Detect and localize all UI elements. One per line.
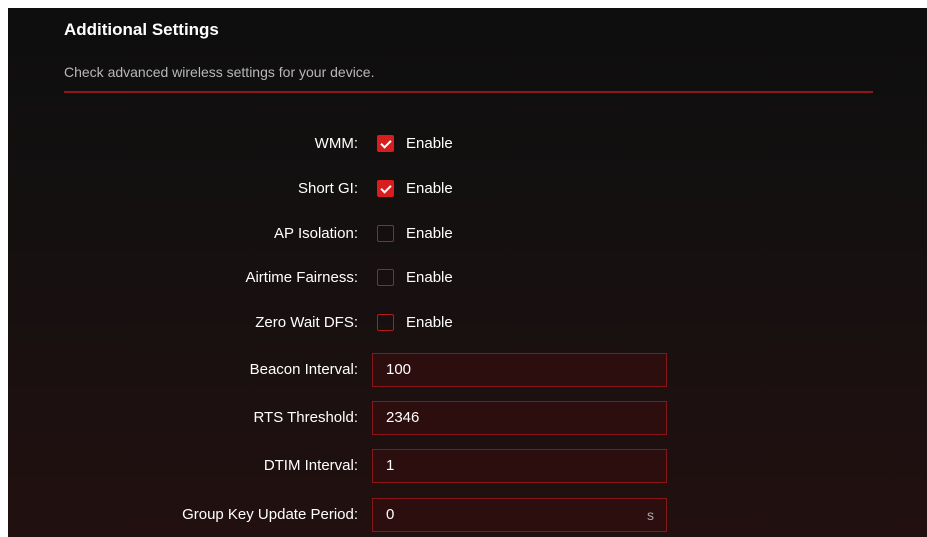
ap-isolation-enable-text[interactable]: Enable [406,220,453,248]
rts-threshold-input[interactable]: 2346 [372,401,667,435]
ap-isolation-label: AP Isolation: [274,225,358,242]
short-gi-row: Short GI: Enable [0,175,927,203]
dtim-interval-input[interactable]: 1 [372,449,667,483]
checkmark-icon [380,137,392,149]
beacon-interval-row: Beacon Interval: 100 [0,353,927,387]
group-key-update-period-input[interactable]: 0 s [372,498,667,532]
airtime-fairness-row: Airtime Fairness: Enable [0,264,927,292]
rts-threshold-row: RTS Threshold: 2346 [0,401,927,435]
zero-wait-dfs-label: Zero Wait DFS: [255,314,358,331]
zero-wait-dfs-row: Zero Wait DFS: Enable [0,309,927,337]
section-title: Additional Settings [64,20,219,39]
seconds-unit-label: s [647,507,654,523]
zero-wait-dfs-checkbox[interactable] [377,314,394,331]
zero-wait-dfs-enable-text[interactable]: Enable [406,309,453,337]
ap-isolation-checkbox[interactable] [377,225,394,242]
airtime-fairness-label: Airtime Fairness: [245,269,358,286]
dtim-interval-row: DTIM Interval: 1 [0,449,927,483]
rts-threshold-value: 2346 [386,409,420,426]
short-gi-label: Short GI: [297,180,358,197]
rts-threshold-label: RTS Threshold: [253,409,359,426]
group-key-update-period-row: Group Key Update Period: 0 s [0,498,927,532]
beacon-interval-input[interactable]: 100 [372,353,667,387]
checkmark-icon [380,182,392,194]
section-subtitle: Check advanced wireless settings for you… [64,64,375,80]
dtim-interval-label: DTIM Interval: [263,457,358,474]
group-key-update-period-label: Group Key Update Period: [182,506,358,523]
short-gi-checkbox[interactable] [377,180,394,197]
beacon-interval-label: Beacon Interval: [249,361,358,378]
wmm-row: WMM: Enable [0,130,927,158]
wmm-label: WMM: [314,135,358,152]
group-key-update-period-value: 0 [386,506,395,523]
wmm-enable-text[interactable]: Enable [406,130,453,158]
airtime-fairness-enable-text[interactable]: Enable [406,264,453,292]
section-divider [64,91,873,93]
dtim-interval-value: 1 [386,457,395,474]
ap-isolation-row: AP Isolation: Enable [0,220,927,248]
beacon-interval-value: 100 [386,361,412,378]
airtime-fairness-checkbox[interactable] [377,269,394,286]
short-gi-enable-text[interactable]: Enable [406,175,453,203]
wmm-checkbox[interactable] [377,135,394,152]
